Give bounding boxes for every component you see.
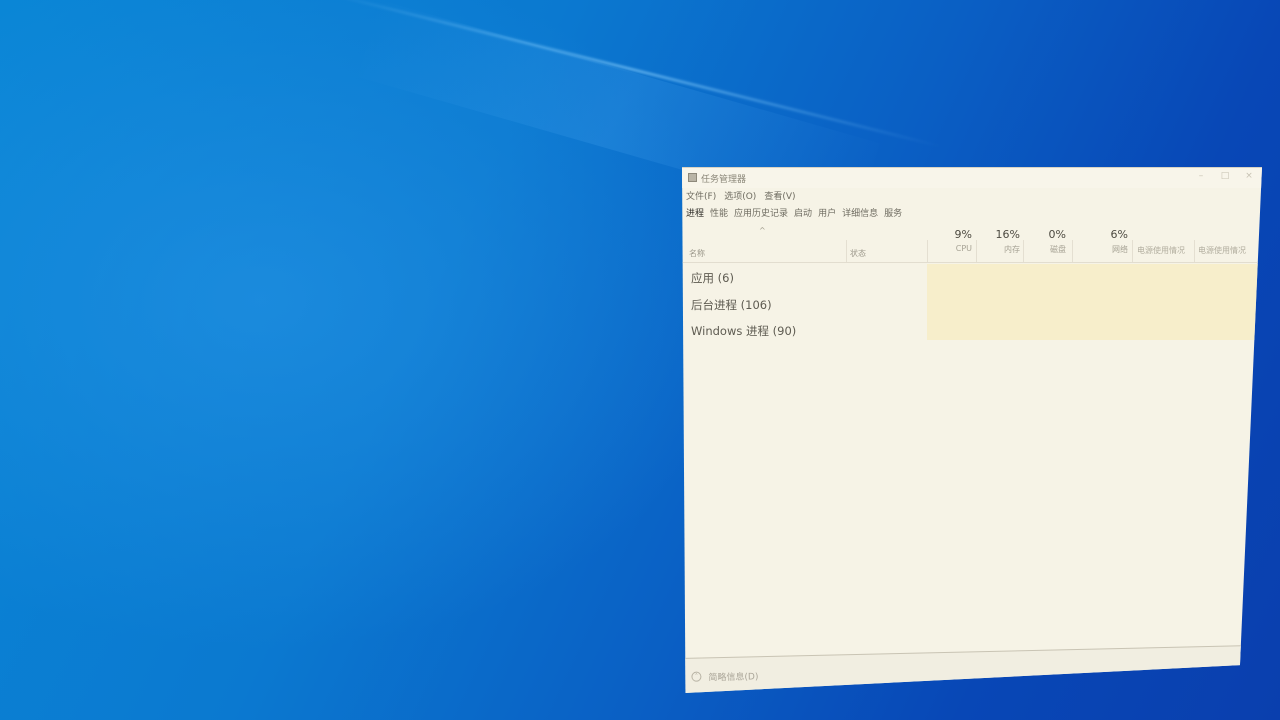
menu-file[interactable]: 文件(F)	[686, 189, 716, 202]
window-controls: – □ ×	[1196, 171, 1254, 181]
footer-bar: ˄ 简略信息(D)	[682, 644, 1262, 693]
window-title: 任务管理器	[701, 175, 747, 185]
column-status[interactable]: 状态	[850, 248, 866, 259]
memory-label: 内存	[1004, 245, 1020, 254]
chevron-up-icon[interactable]: ˄	[691, 671, 702, 682]
network-percent: 6%	[1110, 228, 1128, 241]
task-manager-window[interactable]: 任务管理器 – □ × 文件(F) 选项(O) 查看(V) 进程 性能 应用历史…	[682, 167, 1262, 693]
fewer-details-button[interactable]: 简略信息(D)	[708, 669, 758, 683]
network-label: 网络	[1112, 245, 1128, 254]
tab-processes[interactable]: 进程	[686, 206, 704, 219]
title-bar[interactable]: 任务管理器 – □ ×	[682, 168, 1262, 188]
tab-performance[interactable]: 性能	[710, 206, 728, 219]
column-divider[interactable]	[1194, 240, 1195, 262]
task-manager-icon	[688, 173, 697, 182]
group-windows-label: Windows 进程 (90)	[691, 324, 797, 338]
column-divider[interactable]	[1023, 240, 1024, 262]
cpu-label: CPU	[955, 244, 972, 253]
memory-percent: 16%	[995, 228, 1020, 241]
disk-percent: 0%	[1048, 228, 1066, 241]
column-name[interactable]: 名称	[689, 248, 705, 259]
menu-bar: 文件(F) 选项(O) 查看(V)	[686, 189, 796, 202]
column-divider[interactable]	[1132, 240, 1133, 262]
column-disk[interactable]: 0% 磁盘	[1042, 228, 1066, 255]
tab-services[interactable]: 服务	[884, 206, 902, 219]
menu-options[interactable]: 选项(O)	[724, 189, 756, 202]
column-memory[interactable]: 16% 内存	[987, 228, 1020, 255]
column-network[interactable]: 6% 网络	[1102, 228, 1128, 255]
close-icon[interactable]: ×	[1244, 171, 1254, 181]
menu-view[interactable]: 查看(V)	[764, 189, 795, 202]
sort-caret-icon: ^	[759, 226, 766, 235]
column-power-usage[interactable]: 电源使用情况	[1137, 245, 1185, 256]
column-header: ^ 名称 状态 9% CPU 16% 内存 0% 磁盘 6% 网络 电源使用情况…	[682, 224, 1260, 263]
column-divider[interactable]	[846, 240, 847, 262]
group-apps-label: 应用 (6)	[691, 271, 734, 285]
column-divider[interactable]	[1072, 240, 1073, 262]
desktop-background: 任务管理器 – □ × 文件(F) 选项(O) 查看(V) 进程 性能 应用历史…	[0, 0, 1280, 720]
group-background-processes[interactable]: 后台进程 (106)	[682, 291, 1260, 318]
group-apps[interactable]: 应用 (6)	[682, 264, 1260, 291]
tab-app-history[interactable]: 应用历史记录	[734, 206, 788, 219]
column-power-trend[interactable]: 电源使用情况	[1198, 245, 1246, 256]
tab-startup[interactable]: 启动	[794, 206, 812, 219]
maximize-icon[interactable]: □	[1220, 171, 1230, 181]
disk-label: 磁盘	[1050, 245, 1066, 254]
column-divider[interactable]	[976, 240, 977, 262]
tab-details[interactable]: 详细信息	[842, 206, 878, 219]
minimize-icon[interactable]: –	[1196, 171, 1206, 181]
group-background-label: 后台进程 (106)	[691, 297, 772, 312]
cpu-percent: 9%	[954, 228, 972, 241]
tab-users[interactable]: 用户	[818, 206, 836, 219]
column-cpu[interactable]: 9% CPU	[944, 228, 972, 253]
column-divider[interactable]	[927, 240, 928, 262]
tab-bar: 进程 性能 应用历史记录 启动 用户 详细信息 服务	[686, 206, 902, 219]
process-groups: 应用 (6) 后台进程 (106) Windows 进程 (90)	[682, 264, 1260, 344]
group-windows-processes[interactable]: Windows 进程 (90)	[682, 317, 1260, 344]
